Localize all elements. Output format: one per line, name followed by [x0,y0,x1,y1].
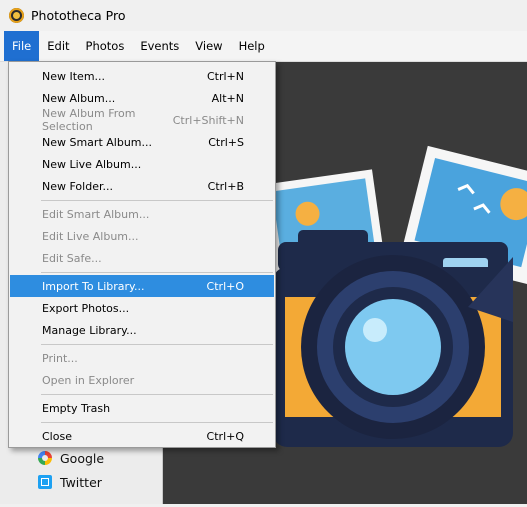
menu-separator [41,344,273,345]
menu-photos[interactable]: Photos [78,31,133,61]
menu-item-shortcut: Ctrl+S [208,135,244,149]
menu-item-export-photos[interactable]: Export Photos... [10,297,274,319]
file-menu-dropdown: New Item... Ctrl+N New Album... Alt+N Ne… [8,61,276,448]
menu-item-new-album[interactable]: New Album... Alt+N [10,87,274,109]
menu-separator [41,200,273,201]
menu-help[interactable]: Help [231,31,273,61]
menu-item-shortcut: Ctrl+N [206,69,244,83]
sidebar-item-google[interactable]: Google [38,447,104,469]
google-icon [38,451,52,465]
menu-separator [41,272,273,273]
menu-file[interactable]: File [4,31,40,61]
menu-item-label: Import To Library... [42,279,145,293]
menu-item-new-live-album[interactable]: New Live Album... [10,153,274,175]
menu-view[interactable]: View [187,31,230,61]
menu-item-open-in-explorer: Open in Explorer [10,369,274,391]
menu-item-label: Export Photos... [42,301,130,315]
menu-item-edit-live-album: Edit Live Album... [10,225,274,247]
sidebar-item-twitter[interactable]: Twitter [38,471,102,493]
menu-item-label: New Smart Album... [42,135,152,149]
menu-item-shortcut: Ctrl+Q [206,429,244,443]
menu-item-close[interactable]: Close Ctrl+Q [10,425,274,447]
menu-separator [41,394,273,395]
menu-item-print: Print... [10,347,274,369]
menu-item-manage-library[interactable]: Manage Library... [10,319,274,341]
menu-item-new-smart-album[interactable]: New Smart Album... Ctrl+S [10,131,274,153]
menu-item-new-album-from-selection: New Album From Selection Ctrl+Shift+N [10,107,274,133]
window-title: Phototheca Pro [31,7,126,23]
menu-item-shortcut: Ctrl+O [206,279,244,293]
sidebar-item-label: Google [60,450,105,466]
menu-item-shortcut: Alt+N [211,91,244,105]
menu-events[interactable]: Events [132,31,187,61]
menu-item-shortcut: Ctrl+B [207,179,244,193]
menu-item-label: Open in Explorer [42,373,135,387]
twitter-icon [38,475,52,489]
menu-item-label: Print... [42,351,78,365]
title-bar: Phototheca Pro [0,0,527,30]
menu-item-label: New Album From Selection [42,107,136,133]
menu-item-label: New Folder... [42,179,113,193]
menu-item-label: Edit Safe... [42,251,102,265]
menu-item-label: Empty Trash [42,401,111,415]
menu-item-label: New Live Album... [42,157,142,171]
menu-item-label: Manage Library... [42,323,137,337]
menu-item-import-to-library[interactable]: Import To Library... Ctrl+O [10,275,274,297]
menu-item-label: Edit Smart Album... [42,207,150,221]
sidebar-item-label: Twitter [60,474,102,490]
menu-item-label: New Item... [42,69,106,83]
menu-item-new-folder[interactable]: New Folder... Ctrl+B [10,175,274,197]
menu-separator [41,422,273,423]
menu-edit[interactable]: Edit [39,31,77,61]
menu-bar: File Edit Photos Events View Help [0,31,527,62]
menu-item-new-item[interactable]: New Item... Ctrl+N [10,65,274,87]
menu-item-label: New Album... [42,91,116,105]
menu-item-shortcut: Ctrl+Shift+N [172,113,244,127]
menu-item-empty-trash[interactable]: Empty Trash [10,397,274,419]
menu-item-edit-smart-album: Edit Smart Album... [10,203,274,225]
app-logo-icon [9,7,24,23]
menu-item-edit-safe: Edit Safe... [10,247,274,269]
menu-item-label: Close [42,429,72,443]
menu-item-label: Edit Live Album... [42,229,139,243]
